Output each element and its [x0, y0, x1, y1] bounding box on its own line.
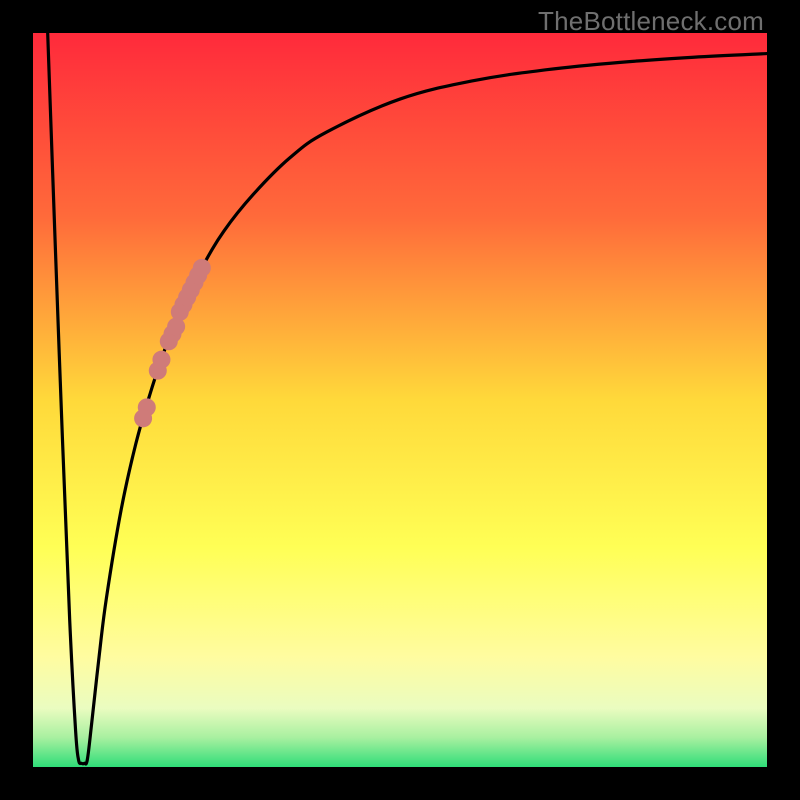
chart-frame: TheBottleneck.com	[0, 0, 800, 800]
chart-svg	[33, 33, 767, 767]
highlight-dot	[193, 259, 211, 277]
highlight-dot	[152, 351, 170, 369]
highlight-dot	[134, 409, 152, 427]
plot-area	[33, 33, 767, 767]
